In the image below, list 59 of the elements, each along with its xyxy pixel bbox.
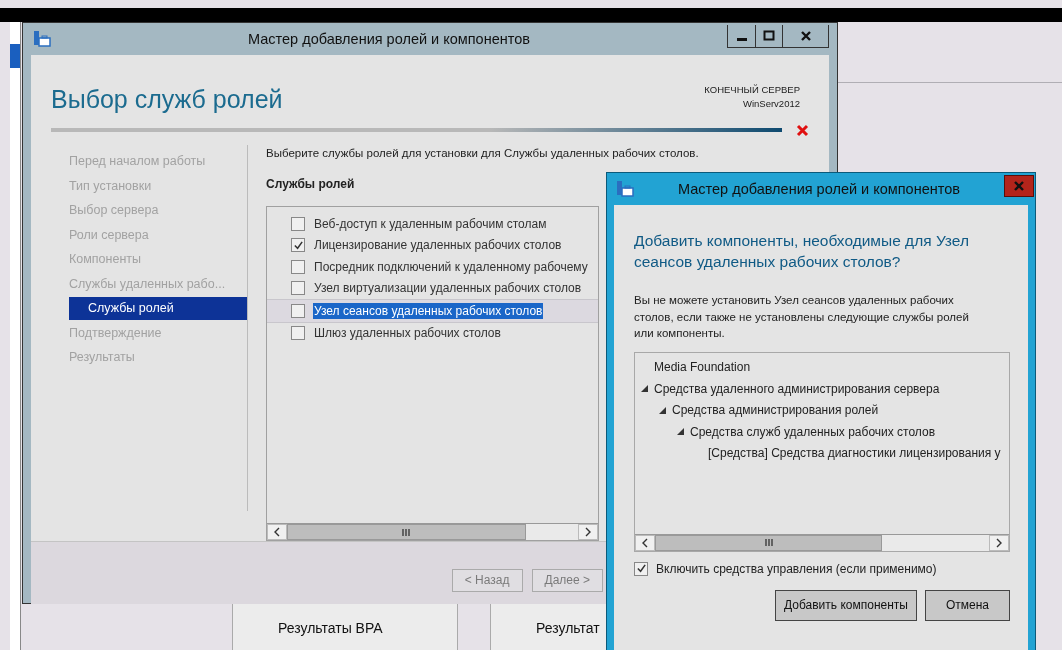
error-x-icon xyxy=(796,123,809,137)
server-toolbox-icon xyxy=(616,180,634,198)
role-service-label: Узел виртуализации удаленных рабочих столов xyxy=(313,280,583,297)
minimize-icon xyxy=(736,37,747,41)
destination-server: WinServ2012 xyxy=(741,97,800,111)
checkbox[interactable] xyxy=(291,216,305,231)
checkbox-label: Включить средства управления (если применимо) xyxy=(656,561,937,576)
dialog-title: Мастер добавления ролей и компонентов xyxy=(677,181,961,197)
grip-icon xyxy=(402,528,411,536)
list-row[interactable]: Лицензирование удаленных рабочих столов xyxy=(267,234,598,256)
server-toolbox-icon xyxy=(33,30,51,48)
chevron-left-icon xyxy=(641,537,649,548)
instruction-text: Выберите службы ролей для установки для Службы удаленных рабочих столов. xyxy=(266,147,699,159)
role-service-label: Узел сеансов удаленных рабочих столов xyxy=(313,302,544,319)
list-row[interactable]: Посредник подключений к удаленному рабочему xyxy=(267,256,598,278)
expanded-arrow-icon[interactable] xyxy=(677,428,684,436)
checkbox[interactable] xyxy=(634,561,648,576)
checkbox[interactable] xyxy=(291,281,305,296)
role-service-label: Веб-доступ к удаленным рабочим столам xyxy=(313,215,548,232)
tree-item[interactable]: Средства администрирования ролей xyxy=(672,403,879,418)
grip-icon xyxy=(764,539,773,546)
tile-label: Результаты BPA xyxy=(278,620,383,636)
dialog-button[interactable]: Добавить компоненты xyxy=(775,589,917,621)
tile-label: Результат xyxy=(536,620,600,636)
chevron-right-icon xyxy=(584,527,592,537)
role-service-label: Посредник подключений к удаленному рабочему xyxy=(313,258,589,275)
chevron-right-icon xyxy=(995,537,1003,548)
wizard-step[interactable]: Службы ролей xyxy=(69,296,247,320)
checkbox[interactable] xyxy=(291,238,305,253)
checkbox[interactable] xyxy=(291,303,305,318)
tree-item[interactable]: Средства удаленного администрирования сервера xyxy=(654,381,940,396)
horizontal-scrollbar[interactable] xyxy=(267,523,598,540)
tree-item[interactable]: [Средства] Средства диагностики лицензирования у xyxy=(708,446,1001,461)
tree-item[interactable]: Средства служб удаленных рабочих столов xyxy=(690,424,936,439)
checkmark-icon xyxy=(292,239,304,251)
list-row[interactable]: Шлюз удаленных рабочих столов xyxy=(267,322,598,344)
tree-item[interactable]: Media Foundation xyxy=(654,360,751,375)
checkbox[interactable] xyxy=(291,259,305,274)
list-row[interactable]: Узел сеансов удаленных рабочих столов xyxy=(267,299,598,323)
window-title: Мастер добавления ролей и компонентов xyxy=(247,31,531,47)
maximize-icon xyxy=(763,30,775,42)
destination-label: КОНЕЧНЫЙ СЕРВЕР xyxy=(704,83,800,97)
expanded-arrow-icon[interactable] xyxy=(641,385,648,393)
close-icon xyxy=(1013,180,1025,192)
role-service-label: Лицензирование удаленных рабочих столов xyxy=(313,237,563,254)
list-row[interactable]: Веб-доступ к удаленным рабочим столам xyxy=(267,213,598,235)
list-heading: Службы ролей xyxy=(266,177,355,191)
checkbox[interactable] xyxy=(291,326,305,341)
dialog-heading: Добавить компоненты, необходимые для Узел сеансов удаленных рабочих столов? xyxy=(634,231,970,272)
list-row[interactable]: Узел виртуализации удаленных рабочих столов xyxy=(267,277,598,299)
horizontal-scrollbar[interactable] xyxy=(635,533,1009,551)
close-icon xyxy=(799,30,812,42)
dialog-message: Вы не можете установить Узел сеансов удаленных рабочих столов, если также не установлены следующие службы ролей или компоненты. xyxy=(634,293,970,341)
checkmark-icon xyxy=(635,563,647,574)
dialog-button[interactable]: Отмена xyxy=(924,589,1010,621)
page-title: Выбор служб ролей xyxy=(51,85,283,115)
expanded-arrow-icon[interactable] xyxy=(659,406,666,414)
role-service-label: Шлюз удаленных рабочих столов xyxy=(313,325,502,342)
chevron-left-icon xyxy=(273,527,281,537)
